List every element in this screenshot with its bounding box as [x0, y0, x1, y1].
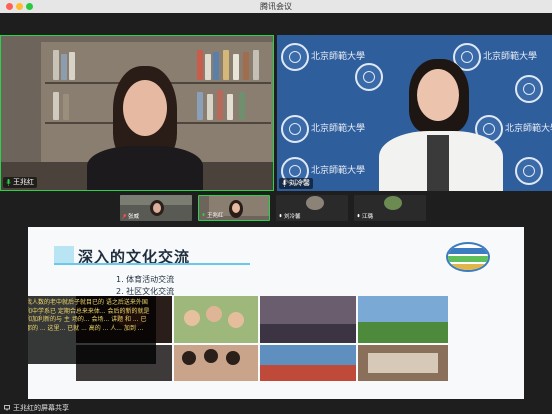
screen-share-label[interactable]: 王兆红的屏幕共享 [4, 403, 69, 413]
slide-list-item: 1. 体育活动交流 [116, 275, 175, 284]
participant-name: 江璐 [362, 214, 374, 220]
participant-name: 刘冷馨 [284, 214, 301, 220]
meeting-window: 腾讯会议 王兆红 北京師範大學 北京師範大學 北京師範大學 北京師範大 北京師範… [0, 0, 552, 414]
book [217, 90, 223, 120]
video-tile-main-right[interactable]: 北京師範大學 北京師範大學 北京師範大學 北京師範大學 北京 [277, 35, 552, 191]
mic-on-icon [6, 179, 11, 186]
thumbnail-label: 刘冷馨 [278, 212, 301, 220]
book [213, 52, 219, 80]
shared-screen-slide: 深入的文化交流 1. 体育活动交流 2. 社区文化交流 我人数的老中就后子就目已… [28, 227, 524, 399]
book [227, 94, 233, 120]
university-logo [446, 242, 490, 272]
backdrop-logo-text: 北京師範大學 [311, 166, 366, 176]
photo-classroom [358, 345, 448, 381]
book [53, 92, 59, 120]
name-tag-main-right: 刘冷馨 [279, 178, 313, 189]
mic-muted-icon [122, 213, 127, 219]
participant-name: 王兆红 [13, 178, 34, 186]
participant-name: 王兆红 [207, 213, 224, 219]
slide-caption-overlay: 和故我人数的老中就后子就目已的 语之后送来外国留友和中学系已 定期合总来来体..… [28, 296, 156, 364]
app-title: 腾讯会议 [260, 2, 292, 11]
title-bar: 腾讯会议 [0, 0, 552, 13]
thumbnail-label: 王兆红 [201, 211, 224, 219]
share-status-bar: 王兆红的屏幕共享 [0, 401, 552, 414]
mic-on-icon [202, 212, 205, 216]
book [197, 92, 203, 120]
book [207, 94, 213, 120]
book [61, 54, 67, 80]
thumbnail-label: 张威 [122, 212, 139, 220]
book [69, 52, 75, 80]
participant-thumbnail[interactable]: 张威 [120, 195, 192, 221]
book [223, 50, 229, 80]
backdrop-logo-text: 北京師範大學 [505, 124, 552, 134]
slide-title-underline [54, 263, 250, 265]
book [239, 92, 245, 120]
slide-title-accent [54, 246, 74, 264]
participant-name: 张威 [128, 214, 140, 220]
name-tag-main-left: 王兆红 [3, 177, 37, 188]
participant-thumbnail[interactable]: 王兆红 [198, 195, 270, 221]
participant-thumbnail[interactable]: 江璐 [354, 195, 426, 221]
participant-name: 刘冷馨 [289, 179, 310, 187]
book [253, 50, 259, 80]
avatar [384, 196, 402, 210]
backdrop-logo-text: 北京師範大學 [483, 52, 538, 62]
photo-indoor-group [260, 296, 356, 343]
book [63, 94, 69, 120]
book [197, 50, 203, 80]
university-seal-icon [281, 43, 309, 71]
university-seal-icon [515, 157, 543, 185]
participant-thumbnail-strip: 张威 王兆红 刘冷馨 江璐 [0, 193, 552, 221]
photo-stadium [260, 345, 356, 381]
participant-thumbnail[interactable]: 刘冷馨 [276, 195, 348, 221]
university-seal-icon [281, 115, 309, 143]
book [53, 50, 59, 80]
mic-on-icon [279, 213, 282, 217]
photo-friends [174, 345, 258, 381]
backdrop-logo-text: 北京師範大學 [311, 124, 366, 134]
avatar [306, 196, 324, 210]
thumbnail-label: 江璐 [356, 212, 373, 220]
mic-on-icon [357, 213, 360, 217]
screen-share-icon [4, 405, 10, 411]
video-tile-main-left[interactable]: 王兆红 [0, 35, 274, 191]
share-text: 王兆红的屏幕共享 [13, 404, 69, 412]
book [243, 52, 249, 80]
photo-group-selfie [174, 296, 258, 343]
book [205, 54, 211, 80]
book [233, 54, 239, 80]
university-seal-icon [515, 75, 543, 103]
photo-sports-field [358, 296, 448, 343]
mic-on-icon [282, 180, 287, 187]
university-seal-icon [355, 63, 383, 91]
